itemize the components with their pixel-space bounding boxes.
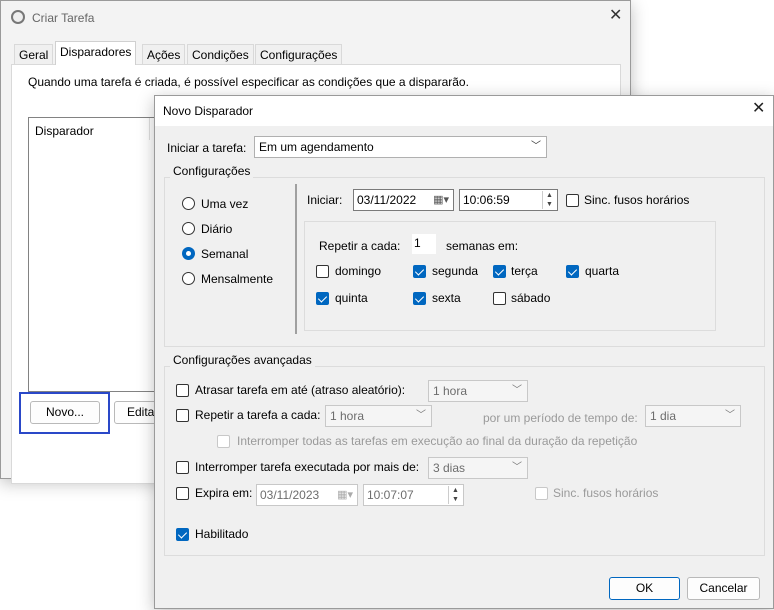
duration-value: 1 dia: [650, 409, 677, 423]
start-time-input[interactable]: 10:06:59 ▲ ▼: [459, 189, 558, 211]
duration-label: por um período de tempo de:: [483, 411, 638, 425]
radio-uma-vez[interactable]: [182, 197, 195, 210]
start-time-value: 10:06:59: [463, 193, 510, 207]
delay-checkbox[interactable]: [176, 384, 189, 397]
day-segunda-checkbox[interactable]: [413, 265, 426, 278]
stop-longer-value: 3 dias: [433, 461, 466, 475]
clock-icon: [11, 10, 25, 24]
tab-acoes[interactable]: Ações: [142, 44, 186, 64]
radio-semanal[interactable]: [182, 247, 195, 260]
tab-geral[interactable]: Geral: [14, 44, 54, 64]
day-quarta-label[interactable]: quarta: [585, 264, 619, 278]
expire-sync-checkbox[interactable]: [535, 487, 548, 500]
expire-time-input[interactable]: 10:07:07 ▲ ▼: [363, 484, 464, 506]
repeat-task-checkbox[interactable]: [176, 409, 189, 422]
calendar-icon[interactable]: ▦▾: [337, 488, 353, 502]
radio-uma-vez-label[interactable]: Uma vez: [201, 197, 248, 211]
day-domingo-checkbox[interactable]: [316, 265, 329, 278]
delay-label[interactable]: Atrasar tarefa em até (atraso aleatório)…: [195, 383, 405, 397]
day-terca-checkbox[interactable]: [493, 265, 506, 278]
radio-diario-label[interactable]: Diário: [201, 222, 232, 236]
delay-select[interactable]: 1 hora ﹀: [428, 380, 528, 402]
chevron-down-icon: ﹀: [512, 462, 522, 473]
settings-group-label: Configurações: [170, 164, 254, 178]
sync-timezones-checkbox[interactable]: [566, 194, 579, 207]
expire-time-value: 10:07:07: [367, 488, 414, 502]
repeat-task-select[interactable]: 1 hora ﹀: [325, 405, 432, 427]
start-task-value: Em um agendamento: [259, 140, 374, 154]
chevron-down-icon: ﹀: [725, 410, 735, 421]
chevron-down-icon: ﹀: [416, 410, 426, 421]
start-task-select[interactable]: Em um agendamento ﹀: [254, 136, 547, 158]
enabled-checkbox[interactable]: [176, 528, 189, 541]
stop-all-label[interactable]: Interromper todas as tarefas em execução…: [237, 434, 637, 448]
expire-label[interactable]: Expira em:: [195, 486, 252, 500]
delay-value: 1 hora: [433, 384, 468, 398]
tab-description: Quando uma tarefa é criada, é possível e…: [28, 75, 469, 89]
ok-button[interactable]: OK: [609, 577, 680, 600]
stop-all-checkbox[interactable]: [217, 435, 230, 448]
close-icon[interactable]: ✕: [752, 101, 765, 117]
tab-disparadores[interactable]: Disparadores: [55, 41, 137, 65]
trigger-list[interactable]: Disparador: [28, 117, 168, 392]
day-domingo-label[interactable]: domingo: [335, 264, 381, 278]
advanced-group-label: Configurações avançadas: [170, 353, 315, 367]
novo-disparador-dialog: Novo Disparador ✕ Iniciar a tarefa: Em u…: [154, 95, 774, 609]
stop-longer-select[interactable]: 3 dias ﹀: [428, 457, 528, 479]
spinner-icon[interactable]: ▲ ▼: [448, 486, 462, 504]
enabled-label[interactable]: Habilitado: [195, 527, 248, 541]
expire-date-value: 03/11/2023: [260, 488, 320, 502]
day-segunda-label[interactable]: segunda: [432, 264, 478, 278]
day-quinta-label[interactable]: quinta: [335, 291, 368, 305]
expire-checkbox[interactable]: [176, 487, 189, 500]
day-sabado-label[interactable]: sábado: [511, 291, 550, 305]
new-trigger-button[interactable]: Novo...: [30, 401, 100, 424]
radio-semanal-label[interactable]: Semanal: [201, 247, 248, 261]
day-quinta-checkbox[interactable]: [316, 292, 329, 305]
radio-mensalmente[interactable]: [182, 272, 195, 285]
start-date-value: 03/11/2022: [357, 193, 417, 207]
day-quarta-checkbox[interactable]: [566, 265, 579, 278]
close-icon[interactable]: ✕: [609, 8, 622, 24]
day-terca-label[interactable]: terça: [511, 264, 538, 278]
start-label: Iniciar:: [307, 193, 343, 207]
spinner-icon[interactable]: ▲ ▼: [542, 191, 556, 209]
stop-longer-label[interactable]: Interromper tarefa executada por mais de…: [195, 460, 419, 474]
radio-diario[interactable]: [182, 222, 195, 235]
expire-date-picker[interactable]: 03/11/2023 ▦▾: [256, 484, 358, 506]
window-title: Criar Tarefa: [32, 11, 95, 25]
calendar-icon[interactable]: ▦▾: [433, 193, 449, 207]
day-sexta-checkbox[interactable]: [413, 292, 426, 305]
stop-longer-checkbox[interactable]: [176, 461, 189, 474]
repeat-every-input[interactable]: 1: [412, 234, 436, 254]
chevron-down-icon: ﹀: [512, 385, 522, 396]
cancel-button[interactable]: Cancelar: [687, 577, 760, 600]
tab-condicoes[interactable]: Condições: [187, 44, 254, 64]
dialog-title: Novo Disparador: [163, 104, 254, 118]
start-task-label: Iniciar a tarefa:: [167, 141, 247, 155]
repeat-every-label: Repetir a cada:: [319, 239, 401, 253]
column-divider: [149, 118, 150, 140]
sync-timezones-label[interactable]: Sinc. fusos horários: [584, 193, 689, 207]
expire-sync-label[interactable]: Sinc. fusos horários: [553, 486, 658, 500]
day-sabado-checkbox[interactable]: [493, 292, 506, 305]
repeat-task-value: 1 hora: [330, 409, 365, 423]
start-date-picker[interactable]: 03/11/2022 ▦▾: [353, 189, 454, 211]
repeat-task-label[interactable]: Repetir a tarefa a cada:: [195, 408, 320, 422]
repeat-every-value: 1: [414, 236, 421, 250]
tab-configuracoes[interactable]: Configurações: [255, 44, 343, 64]
duration-select[interactable]: 1 dia ﹀: [645, 405, 741, 427]
vertical-separator: [295, 184, 297, 334]
chevron-down-icon: ﹀: [531, 141, 541, 152]
weeks-on-label: semanas em:: [446, 239, 519, 253]
list-header-disparador[interactable]: Disparador: [35, 124, 94, 138]
radio-mensalmente-label[interactable]: Mensalmente: [201, 272, 273, 286]
day-sexta-label[interactable]: sexta: [432, 291, 461, 305]
